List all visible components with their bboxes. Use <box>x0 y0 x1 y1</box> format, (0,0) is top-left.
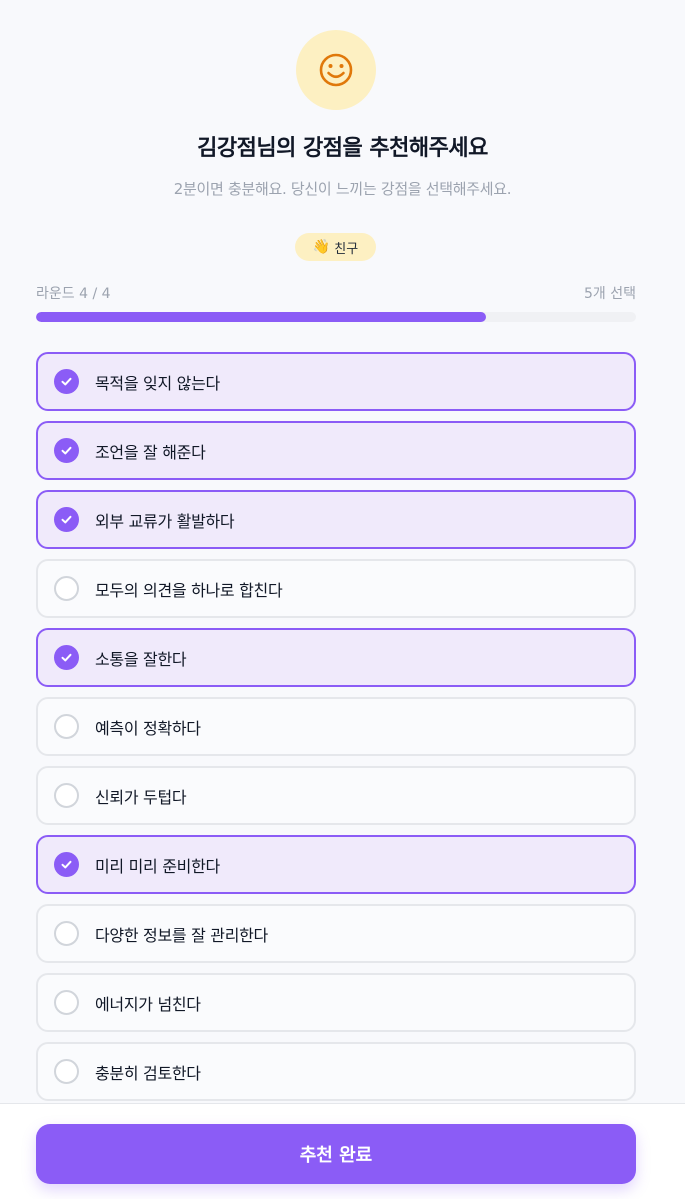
strength-option-label: 외부 교류가 활발하다 <box>95 511 235 531</box>
strength-option[interactable]: 다양한 정보를 잘 관리한다 <box>36 904 636 963</box>
checkbox-checked-icon[interactable] <box>54 852 79 877</box>
strength-option[interactable]: 예측이 정확하다 <box>36 697 636 756</box>
checkbox-empty-icon[interactable] <box>54 990 79 1015</box>
strength-options-list: 목적을 잊지 않는다조언을 잘 해준다외부 교류가 활발하다모두의 의견을 하나… <box>36 352 636 1111</box>
strength-option[interactable]: 모두의 의견을 하나로 합친다 <box>36 559 636 618</box>
strength-option-label: 조언을 잘 해준다 <box>95 442 206 462</box>
selected-count: 5개 선택 <box>584 286 636 302</box>
page-subtitle: 2분이면 충분해요. 당신이 느끼는 강점을 선택해주세요. <box>173 180 512 198</box>
strength-option-label: 목적을 잊지 않는다 <box>95 373 220 393</box>
footer-bar: 추천 완료 <box>0 1103 685 1199</box>
strength-option-label: 모두의 의견을 하나로 합친다 <box>95 580 283 600</box>
strength-option[interactable]: 소통을 잘한다 <box>36 628 636 687</box>
smiley-face-icon <box>318 52 354 88</box>
checkbox-empty-icon[interactable] <box>54 783 79 808</box>
checkbox-checked-icon[interactable] <box>54 438 79 463</box>
relation-badge: 👋 친구 <box>295 233 376 261</box>
progress-bar <box>36 312 636 322</box>
relation-badge-label: 친구 <box>334 241 359 257</box>
strength-option[interactable]: 외부 교류가 활발하다 <box>36 490 636 549</box>
submit-recommendation-button[interactable]: 추천 완료 <box>36 1124 636 1184</box>
checkbox-empty-icon[interactable] <box>54 1059 79 1084</box>
strength-option-label: 신뢰가 두텁다 <box>95 787 187 807</box>
checkbox-empty-icon[interactable] <box>54 714 79 739</box>
checkbox-checked-icon[interactable] <box>54 645 79 670</box>
strength-option-label: 미리 미리 준비한다 <box>95 856 220 876</box>
checkbox-empty-icon[interactable] <box>54 921 79 946</box>
avatar <box>296 30 376 110</box>
waving-hand-icon: 👋 <box>312 239 331 255</box>
strength-option-label: 다양한 정보를 잘 관리한다 <box>95 925 268 945</box>
strength-option-label: 예측이 정확하다 <box>95 718 201 738</box>
strength-option[interactable]: 조언을 잘 해준다 <box>36 421 636 480</box>
strength-option[interactable]: 목적을 잊지 않는다 <box>36 352 636 411</box>
progress-bar-fill <box>36 312 486 322</box>
checkbox-checked-icon[interactable] <box>54 369 79 394</box>
strength-option[interactable]: 미리 미리 준비한다 <box>36 835 636 894</box>
strength-option-label: 에너지가 넘친다 <box>95 994 201 1014</box>
recommend-strengths-page: 김강점님의 강점을 추천해주세요 2분이면 충분해요. 당신이 느끼는 강점을 … <box>0 0 685 1199</box>
strength-option[interactable]: 충분히 검토한다 <box>36 1042 636 1101</box>
checkbox-checked-icon[interactable] <box>54 507 79 532</box>
strength-option[interactable]: 신뢰가 두텁다 <box>36 766 636 825</box>
progress-info: 라운드 4 / 4 5개 선택 <box>36 283 636 303</box>
page-title: 김강점님의 강점을 추천해주세요 <box>197 136 488 161</box>
strength-option-label: 소통을 잘한다 <box>95 649 187 669</box>
checkbox-empty-icon[interactable] <box>54 576 79 601</box>
strength-option-label: 충분히 검토한다 <box>95 1063 201 1083</box>
strength-option[interactable]: 에너지가 넘친다 <box>36 973 636 1032</box>
round-indicator: 라운드 4 / 4 <box>36 286 111 302</box>
